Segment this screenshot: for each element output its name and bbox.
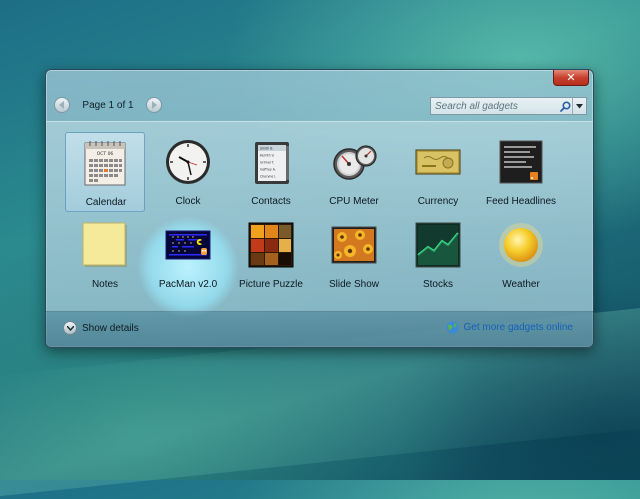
clock-icon [166, 140, 210, 184]
search-input[interactable] [431, 100, 558, 112]
search-icon [559, 100, 571, 112]
show-details-label: Show details [82, 322, 139, 334]
previous-page-button[interactable] [54, 97, 70, 113]
stocks-icon [415, 222, 461, 268]
show-details-button[interactable]: Show details [63, 321, 139, 335]
gadget-gallery-window: ✕ Page 1 of 1 Search all gadgets OCT 06 … [45, 69, 594, 348]
gadget-tile-slide-show[interactable]: Slide Show [314, 215, 394, 295]
next-page-button[interactable] [146, 97, 162, 113]
gallery-toolbar: Page 1 of 1 [46, 91, 593, 119]
contact-entry: Kerrith V. [260, 154, 275, 158]
calendar-icon: OCT 06 [84, 141, 126, 186]
gadget-tile-clock[interactable]: Clock [148, 132, 228, 212]
arrow-left-icon [59, 101, 64, 109]
contact-entry: Smith B. [260, 147, 274, 151]
notes-icon [82, 222, 127, 267]
get-more-gadgets-link[interactable]: Get more gadgets online [446, 321, 573, 334]
gallery-footer: Show details Get more gadgets online [46, 311, 593, 347]
globe-icon [446, 321, 459, 334]
gadget-label: Weather [502, 279, 540, 290]
cpu-meter-icon [333, 145, 377, 180]
gadget-tile-feed-headlines[interactable]: Feed Headlines [481, 132, 561, 212]
gadget-tile-currency[interactable]: Currency [398, 132, 478, 212]
gadget-tile-cpu-meter[interactable]: CPU Meter [314, 132, 394, 212]
currency-icon [415, 149, 461, 175]
gadget-tile-pacman[interactable]: PacMan v2.0 [148, 215, 228, 295]
pager: Page 1 of 1 [54, 96, 162, 114]
calendar-month-text: OCT 06 [97, 151, 114, 157]
search-button[interactable] [558, 99, 572, 113]
get-more-gadgets-label: Get more gadgets online [463, 322, 573, 333]
gadget-grid: OCT 06 Calendar Clock Smith B. Kerrith V… [46, 121, 593, 317]
close-button[interactable]: ✕ [553, 70, 589, 86]
contacts-icon: Smith B. Kerrith V. Grimal T. Geffrey A.… [255, 142, 289, 184]
contact-entry: Geffrey A. [260, 168, 276, 172]
search-box [430, 97, 587, 115]
gadget-tile-contacts[interactable]: Smith B. Kerrith V. Grimal T. Geffrey A.… [231, 132, 311, 212]
slide-show-icon [331, 226, 377, 264]
weather-icon [499, 223, 543, 267]
search-dropdown-button[interactable] [572, 98, 586, 114]
gadget-label: Feed Headlines [485, 196, 557, 207]
pacman-icon [165, 230, 211, 260]
feed-headlines-icon [499, 140, 543, 184]
page-indicator: Page 1 of 1 [82, 99, 134, 111]
contact-entry: Grimal T. [260, 161, 274, 165]
contact-entry: Cheryne I. [260, 175, 276, 179]
arrow-right-icon [152, 101, 157, 109]
chevron-down-icon [576, 103, 583, 108]
gadget-tile-notes[interactable]: Notes [65, 215, 145, 295]
gadget-tile-weather[interactable]: Weather [481, 215, 561, 295]
expand-details-icon [63, 321, 77, 335]
close-icon: ✕ [566, 71, 576, 84]
gadget-tile-calendar[interactable]: OCT 06 Calendar [65, 132, 145, 212]
gadget-tile-picture-puzzle[interactable]: Picture Puzzle [231, 215, 311, 295]
picture-puzzle-icon [248, 222, 294, 268]
gadget-tile-stocks[interactable]: Stocks [398, 215, 478, 295]
